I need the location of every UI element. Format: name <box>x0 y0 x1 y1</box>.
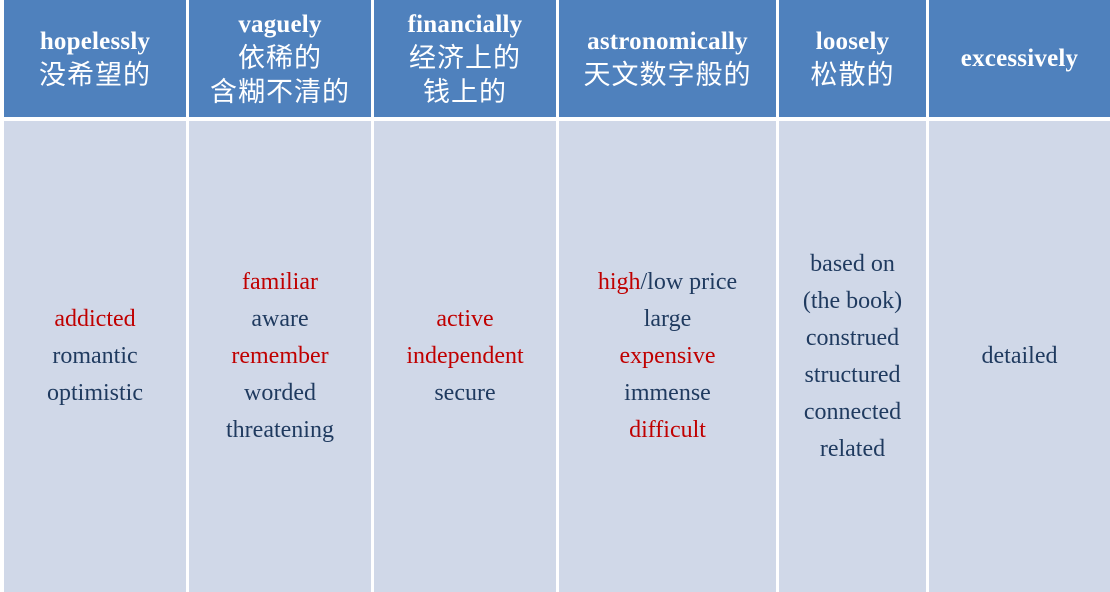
header-financially: financially 经济上的 钱上的 <box>374 0 559 121</box>
words-cell-hopelessly: addicted romantic optimistic <box>4 121 189 592</box>
words-cell-excessively: detailed <box>929 121 1110 592</box>
collocation-table: hopelessly 没希望的 vaguely 依稀的 含糊不清的 financ… <box>4 0 1110 592</box>
collocate-word: expensive <box>619 343 716 369</box>
collocate-word: related <box>819 435 886 462</box>
collocate-word: independent <box>406 343 524 369</box>
header-zh: 经济上的 <box>409 42 521 74</box>
collocate-word: optimistic <box>47 380 143 406</box>
header-zh: 钱上的 <box>423 76 507 108</box>
words-cell-astronomically: high/low price large expensive immense d… <box>559 121 779 592</box>
words-cell-vaguely: familiar aware remember worded threateni… <box>189 121 374 592</box>
collocate-word-part: high <box>597 269 641 295</box>
header-zh: 没希望的 <box>39 59 151 91</box>
header-zh: 天文数字般的 <box>583 59 752 91</box>
collocate-word: threatening <box>226 417 334 443</box>
collocate-word: large <box>643 306 692 332</box>
header-zh: 松散的 <box>810 59 895 91</box>
words-cell-financially: active independent secure <box>374 121 559 592</box>
collocate-word: addicted <box>54 306 136 332</box>
collocate-word: difficult <box>629 417 706 443</box>
header-zh: 依稀的 <box>238 42 322 74</box>
header-en: financially <box>407 10 523 38</box>
collocate-word: secure <box>434 380 496 406</box>
header-zh: 含糊不清的 <box>210 76 350 108</box>
header-astronomically: astronomically 天文数字般的 <box>559 0 779 121</box>
collocate-word: detailed <box>981 343 1058 369</box>
collocate-word: (the book) <box>802 287 903 314</box>
words-cell-loosely: based on (the book) construed structured… <box>779 121 929 592</box>
header-hopelessly: hopelessly 没希望的 <box>4 0 189 121</box>
collocate-word: based on <box>810 250 895 277</box>
collocate-word: immense <box>624 380 711 406</box>
collocate-word: active <box>436 306 494 332</box>
header-excessively: excessively <box>929 0 1110 121</box>
header-vaguely: vaguely 依稀的 含糊不清的 <box>189 0 374 121</box>
collocate-word-part: /low price <box>640 269 738 295</box>
collocate-word: structured <box>804 361 901 388</box>
collocate-word: romantic <box>52 343 138 369</box>
collocate-word: aware <box>251 306 309 332</box>
header-en: excessively <box>960 44 1079 72</box>
collocate-word: remember <box>231 343 329 369</box>
collocate-word: familiar <box>242 269 318 295</box>
header-en: astronomically <box>587 27 748 55</box>
collocate-word: high/low price <box>598 264 737 301</box>
collocate-word: connected <box>803 398 902 425</box>
header-en: hopelessly <box>39 27 151 55</box>
header-loosely: loosely 松散的 <box>779 0 929 121</box>
collocate-word: worded <box>244 380 316 406</box>
header-en: loosely <box>815 27 890 55</box>
collocate-word: construed <box>805 324 900 351</box>
header-en: vaguely <box>238 10 322 38</box>
